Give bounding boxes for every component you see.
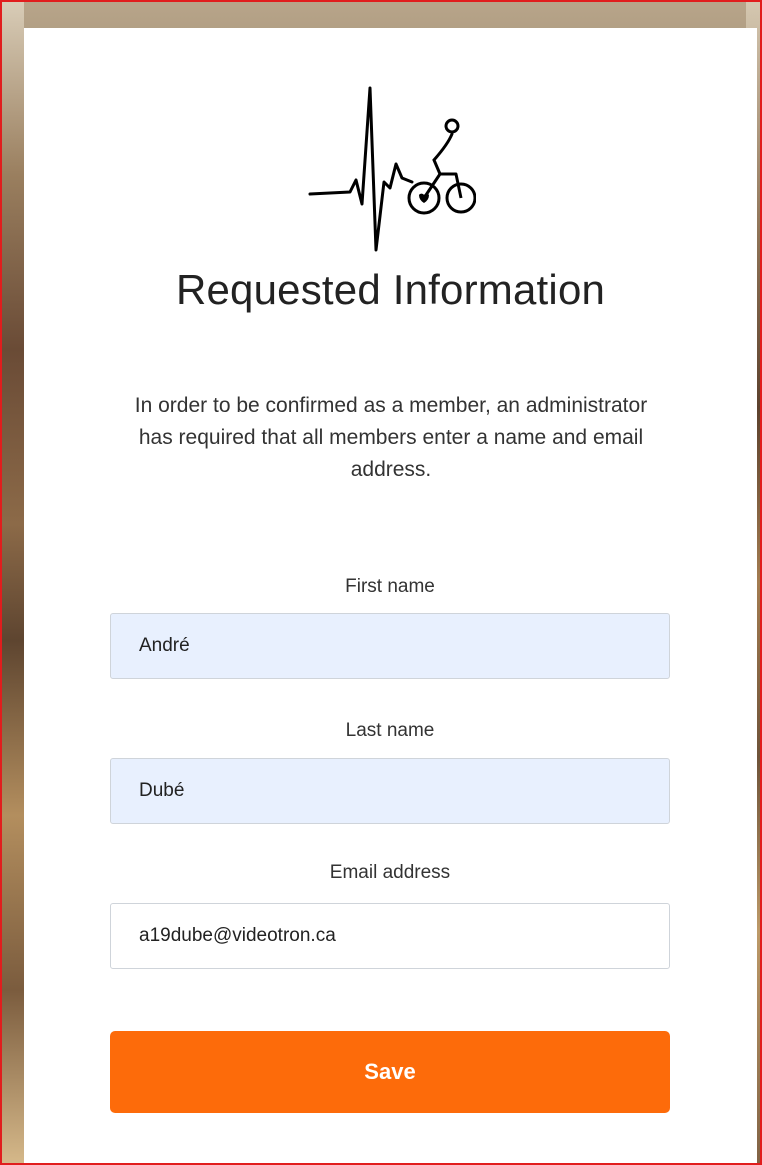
intro-text: In order to be confirmed as a member, an… [134,394,648,481]
last-name-input[interactable] [110,758,670,824]
background-image-left [0,0,24,1165]
email-label: Email address [329,862,451,883]
email-input[interactable] [110,903,670,969]
first-name-input[interactable] [110,613,670,679]
last-name-label: Last name [345,720,435,741]
first-name-label: First name [345,576,435,597]
page-title: Requested Information [175,266,606,313]
form-card: Requested Information In order to be con… [24,28,757,1165]
save-button[interactable]: Save [110,1031,670,1113]
heartbeat-cyclist-logo [306,82,477,252]
